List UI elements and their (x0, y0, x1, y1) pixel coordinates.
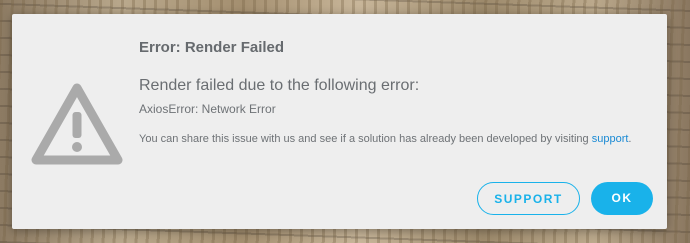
ok-button[interactable]: OK (591, 182, 653, 215)
error-headline: Render failed due to the following error… (139, 77, 420, 94)
info-text: You can share this issue with us and see… (139, 133, 592, 145)
support-button[interactable]: SUPPORT (477, 182, 580, 215)
error-dialog: Error: Render Failed Render failed due t… (12, 14, 667, 229)
info-message: You can share this issue with us and see… (139, 133, 631, 145)
warning-triangle-icon (31, 83, 123, 165)
info-suffix: . (628, 133, 632, 145)
error-detail: AxiosError: Network Error (139, 102, 276, 116)
dialog-title: Error: Render Failed (139, 39, 285, 56)
support-link[interactable]: support (592, 133, 629, 145)
